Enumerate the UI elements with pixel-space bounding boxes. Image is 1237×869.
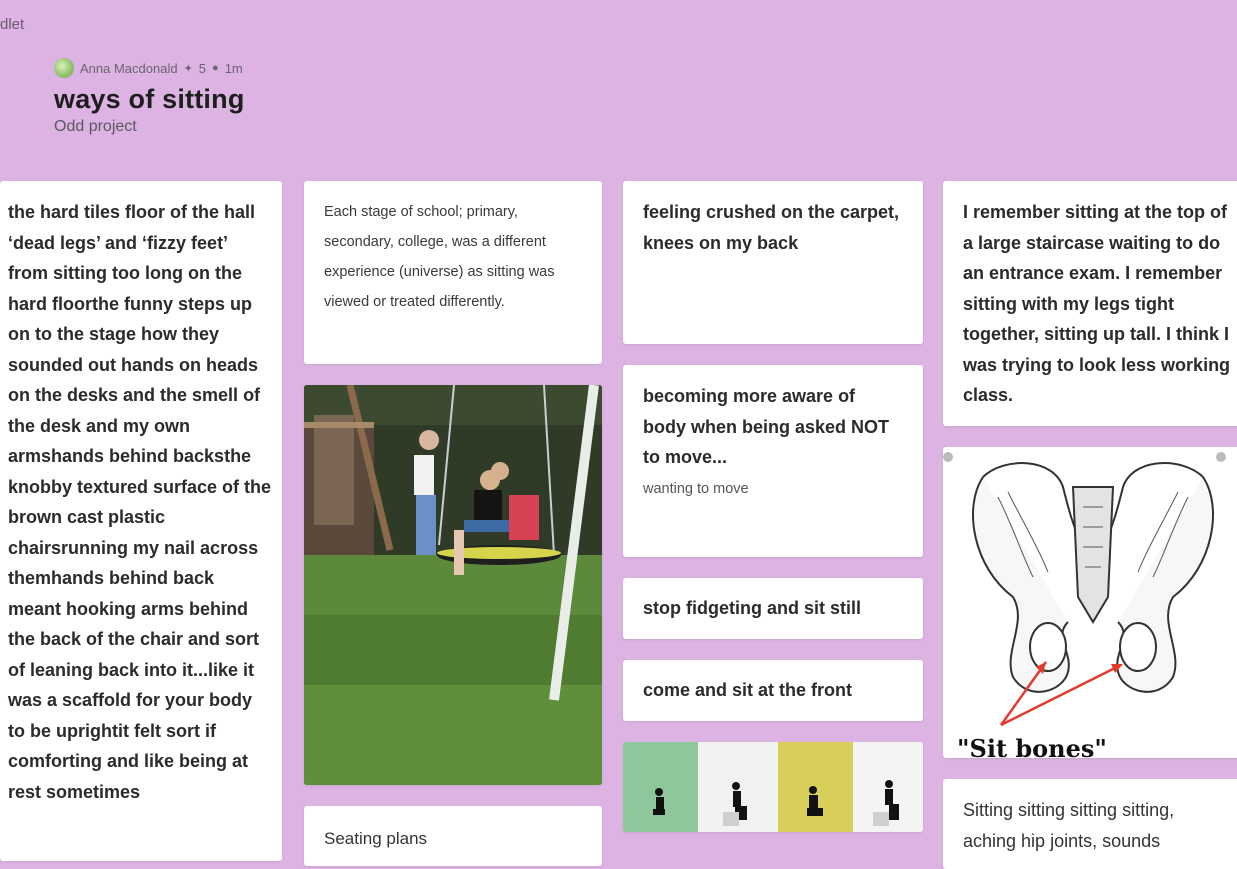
post-card-seating-plans[interactable]: Seating plans bbox=[304, 806, 602, 866]
author-name[interactable]: Anna Macdonald bbox=[80, 61, 178, 76]
post-time: 1m bbox=[224, 60, 243, 76]
page-subtitle: Odd project bbox=[54, 118, 137, 135]
post-text: feeling crushed on the carpet, knees on … bbox=[643, 202, 900, 253]
post-card-aching-hips[interactable]: Sitting sitting sitting sitting, aching … bbox=[943, 779, 1237, 869]
sitting-poses-image bbox=[623, 742, 923, 832]
post-text: come and sit at the front bbox=[643, 680, 853, 700]
post-card-sit-bones[interactable]: "Sit bones" bbox=[943, 447, 1237, 758]
swing-photo-image bbox=[304, 385, 602, 785]
post-card-staircase[interactable]: I remember sitting at the top of a large… bbox=[943, 181, 1237, 426]
post-card-body-aware[interactable]: becoming more aware of body when being a… bbox=[623, 365, 923, 557]
plus-icon: ✦ bbox=[183, 62, 193, 75]
post-text: Sitting sitting sitting sitting, aching … bbox=[963, 800, 1175, 851]
post-text: Seating plans bbox=[324, 829, 428, 848]
avatar[interactable] bbox=[54, 58, 74, 78]
app-brand[interactable]: dlet bbox=[0, 16, 24, 33]
sit-bones-caption: "Sit bones" bbox=[957, 734, 1107, 758]
post-card-sit-front[interactable]: come and sit at the front bbox=[623, 660, 923, 721]
post-card-stop-fidgeting[interactable]: stop fidgeting and sit still bbox=[623, 578, 923, 639]
post-text: I remember sitting at the top of a large… bbox=[963, 202, 1231, 405]
post-title: becoming more aware of body when being a… bbox=[643, 386, 890, 467]
post-text: stop fidgeting and sit still bbox=[643, 598, 861, 618]
pelvis-illustration bbox=[943, 452, 1226, 727]
board-header: Anna Macdonald ✦ 5 ● 1m ways of sitting … bbox=[54, 58, 245, 136]
post-card-hard-tiles[interactable]: the hard tiles floor of the hall ‘dead l… bbox=[0, 181, 282, 861]
post-card-sitting-poses-image[interactable] bbox=[623, 742, 923, 832]
post-text: Each stage of school; primary, secondary… bbox=[324, 204, 555, 310]
likes-count: 5 bbox=[198, 60, 207, 76]
board-meta: Anna Macdonald ✦ 5 ● 1m bbox=[54, 58, 245, 78]
post-card-feeling-crushed[interactable]: feeling crushed on the carpet, knees on … bbox=[623, 181, 923, 344]
dot-separator-icon: ● bbox=[212, 62, 219, 74]
page-title: ways of sitting bbox=[54, 84, 245, 114]
post-card-swing-photo[interactable] bbox=[304, 385, 602, 785]
post-body: wanting to move bbox=[643, 480, 749, 497]
post-card-school-stages[interactable]: Each stage of school; primary, secondary… bbox=[304, 181, 602, 364]
post-text: the hard tiles floor of the hall ‘dead l… bbox=[8, 202, 272, 802]
